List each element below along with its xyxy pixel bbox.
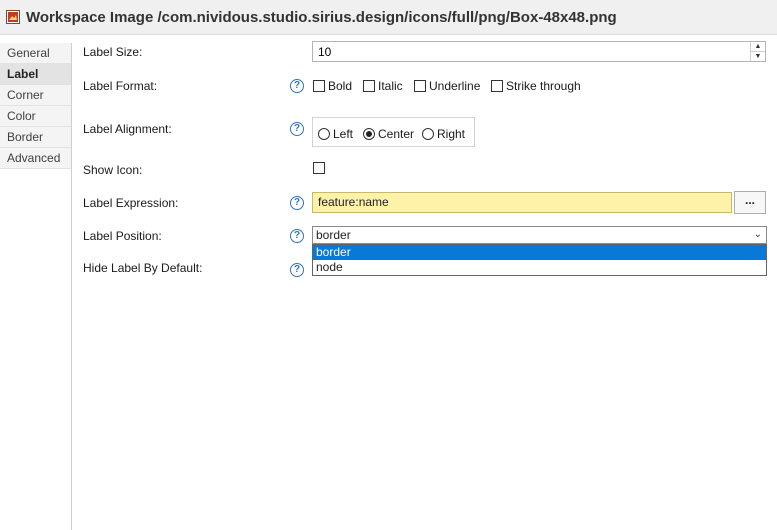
tab-general[interactable]: General	[0, 43, 71, 64]
tab-advanced[interactable]: Advanced	[0, 148, 71, 169]
image-file-icon	[6, 10, 20, 24]
underline-checkbox[interactable]	[414, 80, 426, 92]
show-icon-checkbox[interactable]	[313, 162, 325, 174]
help-icon[interactable]: ?	[290, 79, 304, 93]
label-position-label: Label Position:	[83, 229, 162, 243]
help-icon[interactable]: ?	[290, 196, 304, 210]
show-icon-label: Show Icon:	[83, 163, 143, 177]
align-left-radio[interactable]	[318, 128, 330, 140]
help-icon[interactable]: ?	[290, 263, 304, 277]
tab-corner[interactable]: Corner	[0, 85, 71, 106]
label-expression-field[interactable]: feature:name	[312, 192, 732, 213]
align-left-label: Left	[333, 127, 354, 141]
window-title: Workspace Image /com.nividous.studio.sir…	[26, 9, 617, 26]
italic-checkbox[interactable]	[363, 80, 375, 92]
underline-checkbox-label: Underline	[429, 79, 481, 93]
alignment-radio-group: Left Center Right	[312, 117, 475, 147]
label-size-spinner: ▲ ▼	[312, 41, 766, 62]
align-center-radio[interactable]	[363, 128, 375, 140]
spin-up-icon[interactable]: ▲	[751, 42, 765, 52]
spinner-buttons: ▲ ▼	[750, 42, 765, 61]
dropdown-option-node[interactable]: node	[313, 260, 766, 275]
bold-checkbox-label: Bold	[328, 79, 353, 93]
label-position-dropdown: border node	[312, 244, 767, 276]
label-size-label: Label Size:	[83, 45, 143, 59]
italic-checkbox-label: Italic	[378, 79, 403, 93]
label-size-input[interactable]	[313, 42, 749, 61]
label-expression-label: Label Expression:	[83, 196, 179, 210]
tab-label[interactable]: Label	[0, 64, 71, 85]
spin-down-icon[interactable]: ▼	[751, 52, 765, 61]
tab-border[interactable]: Border	[0, 127, 71, 148]
tab-color[interactable]: Color	[0, 106, 71, 127]
combo-value: border	[316, 228, 351, 242]
title-bar: Workspace Image /com.nividous.studio.sir…	[0, 0, 777, 35]
align-right-label: Right	[437, 127, 466, 141]
dropdown-option-border[interactable]: border	[313, 245, 766, 260]
edit-expression-button[interactable]: ...	[734, 191, 766, 214]
help-icon[interactable]: ?	[290, 229, 304, 243]
chevron-down-icon[interactable]: ⌄	[754, 227, 762, 243]
strike-through-checkbox[interactable]	[491, 80, 503, 92]
property-tabs: General Label Corner Color Border Advanc…	[0, 43, 72, 530]
align-center-label: Center	[378, 127, 415, 141]
strike-through-checkbox-label: Strike through	[506, 79, 581, 93]
hide-label-label: Hide Label By Default:	[83, 261, 203, 275]
label-position-combo[interactable]: border ⌄	[312, 226, 767, 244]
bold-checkbox[interactable]	[313, 80, 325, 92]
align-right-radio[interactable]	[422, 128, 434, 140]
help-icon[interactable]: ?	[290, 122, 304, 136]
label-alignment-label: Label Alignment:	[83, 122, 172, 136]
label-format-label: Label Format:	[83, 79, 158, 93]
